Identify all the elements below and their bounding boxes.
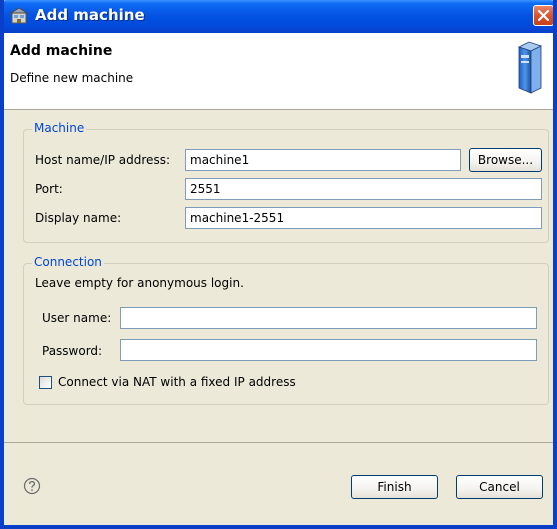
machine-group: Machine Host name/IP address: machine1 B… <box>23 121 549 243</box>
window-title: Add machine <box>35 6 145 24</box>
nat-checkbox[interactable] <box>39 376 52 389</box>
server-icon <box>517 41 543 94</box>
connection-group: Connection Leave empty for anonymous log… <box>23 255 549 405</box>
password-input[interactable] <box>120 339 537 361</box>
host-label: Host name/IP address: <box>35 153 170 167</box>
dialog-footer: Finish Cancel <box>4 442 553 525</box>
machine-app-icon <box>9 7 29 24</box>
machine-group-legend: Machine <box>32 121 87 135</box>
user-name-label: User name: <box>42 311 112 325</box>
nat-checkbox-label[interactable]: Connect via NAT with a fixed IP address <box>58 375 296 389</box>
user-name-input[interactable] <box>120 307 537 329</box>
browse-button[interactable]: Browse... <box>469 148 542 172</box>
port-input[interactable]: 2551 <box>185 178 542 200</box>
dialog-content: Machine Host name/IP address: machine1 B… <box>4 110 553 442</box>
display-name-label: Display name: <box>35 211 122 225</box>
help-icon[interactable] <box>23 477 41 495</box>
dialog-header: Add machine Define new machine <box>4 33 553 110</box>
finish-button[interactable]: Finish <box>351 475 438 499</box>
port-label: Port: <box>35 182 63 196</box>
close-icon <box>537 9 550 22</box>
connection-group-legend: Connection <box>32 255 104 269</box>
close-button[interactable] <box>533 5 553 26</box>
password-label: Password: <box>42 344 103 358</box>
dialog-window: Add machine Add machine Define new machi… <box>0 0 557 529</box>
display-name-input[interactable]: machine1-2551 <box>185 207 542 229</box>
title-bar[interactable]: Add machine <box>4 0 553 33</box>
header-subtitle: Define new machine <box>10 71 134 85</box>
header-title: Add machine <box>10 43 113 59</box>
anonymous-login-hint: Leave empty for anonymous login. <box>35 276 244 290</box>
host-input[interactable]: machine1 <box>185 149 461 171</box>
cancel-button[interactable]: Cancel <box>456 475 543 499</box>
